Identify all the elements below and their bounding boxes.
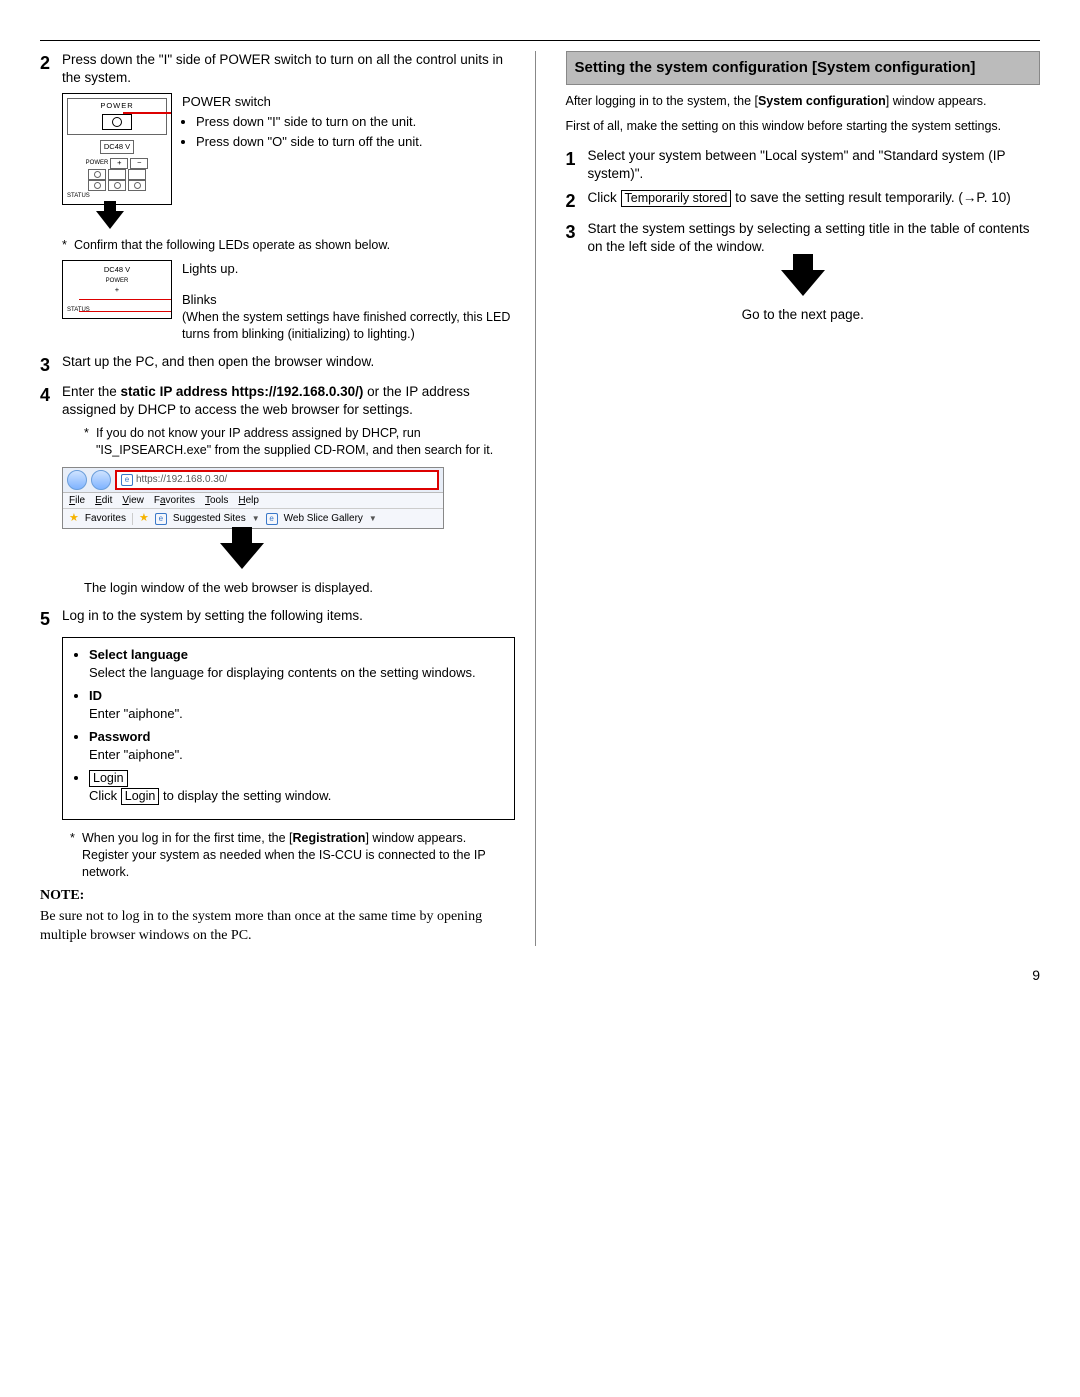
intro-para-1: After logging in to the system, the [Sys… — [566, 93, 1041, 110]
arrow-down-icon — [96, 211, 124, 229]
note-body: Be sure not to log in to the system more… — [40, 908, 515, 946]
r-step-3: 3 Start the system settings by selecting… — [566, 220, 1041, 256]
next-page-text: Go to the next page. — [566, 306, 1041, 324]
temporarily-stored-button[interactable]: Temporarily stored — [621, 190, 732, 207]
star-icon: ★ — [69, 511, 79, 526]
note-heading: NOTE: — [40, 887, 515, 906]
star-icon: ★ — [139, 511, 149, 526]
step-text: Press down the "I" side of POWER switch … — [62, 51, 515, 87]
ie-icon: e — [155, 513, 167, 525]
address-bar: e https://192.168.0.30/ — [115, 470, 439, 490]
arrow-down-icon — [566, 270, 1041, 296]
login-button[interactable]: Login — [89, 770, 128, 787]
back-icon — [67, 470, 87, 490]
login-shown-text: The login window of the web browser is d… — [84, 579, 515, 597]
page-number: 9 — [40, 966, 1040, 985]
ip-search-note: * If you do not know your IP address ass… — [84, 425, 515, 459]
unit-figure-leds: DC48 V POWER + − STATUS — [62, 260, 172, 320]
led-confirm-note: * Confirm that the following LEDs operat… — [62, 237, 515, 254]
power-switch-callout: POWER switch Press down "I" side to turn… — [182, 93, 423, 152]
forward-icon — [91, 470, 111, 490]
id-label: ID — [89, 688, 102, 703]
login-items-box: Select language Select the language for … — [62, 637, 515, 820]
r-step-2: 2 Click Temporarily stored to save the s… — [566, 189, 1041, 213]
unit-figure-full: POWER DC48 V POWER + − STATUS — [62, 93, 172, 204]
login-button[interactable]: Login — [121, 788, 160, 805]
step-5: 5 Log in to the system by setting the fo… — [40, 607, 515, 631]
left-column: 2 Press down the "I" side of POWER switc… — [40, 51, 536, 946]
select-language-label: Select language — [89, 647, 188, 662]
step-3: 3 Start up the PC, and then open the bro… — [40, 353, 515, 377]
step-4: 4 Enter the static IP address https://19… — [40, 383, 515, 419]
right-column: Setting the system configuration [System… — [566, 51, 1041, 946]
favorites-bar: ★ Favorites ★ e Suggested Sites▼ e Web S… — [63, 509, 443, 528]
led-diagram: DC48 V POWER + − STATUS Lights up. Blink… — [62, 260, 515, 343]
browser-screenshot: e https://192.168.0.30/ FileEditViewFavo… — [62, 467, 444, 529]
led-callout: Lights up. Blinks (When the system setti… — [182, 260, 515, 343]
section-heading: Setting the system configuration [System… — [566, 51, 1041, 85]
r-step-1: 1 Select your system between "Local syst… — [566, 147, 1041, 183]
intro-para-2: First of all, make the setting on this w… — [566, 118, 1041, 135]
step-2: 2 Press down the "I" side of POWER switc… — [40, 51, 515, 87]
ie-icon: e — [266, 513, 278, 525]
first-login-note: * When you log in for the first time, th… — [70, 830, 515, 881]
power-switch-diagram: POWER DC48 V POWER + − STATUS POWER swit… — [62, 93, 515, 204]
browser-menu: FileEditViewFavoritesToolsHelp — [63, 493, 443, 510]
step-number: 2 — [40, 51, 62, 87]
password-label: Password — [89, 729, 150, 744]
arrow-down-icon — [40, 543, 515, 569]
ie-icon: e — [121, 474, 133, 486]
